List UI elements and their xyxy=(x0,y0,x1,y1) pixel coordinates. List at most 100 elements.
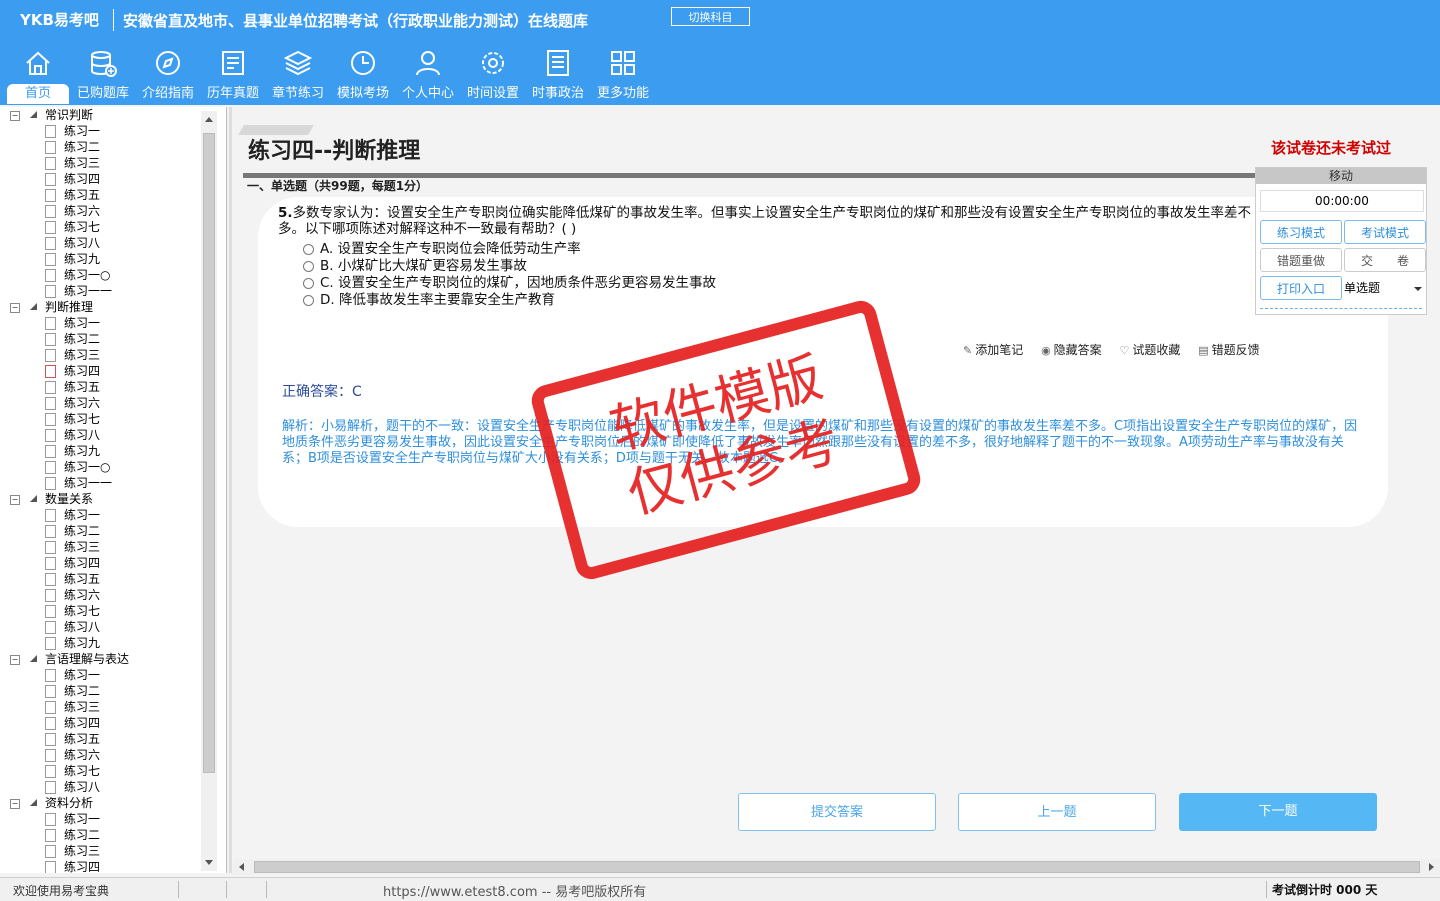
nav-profile[interactable]: 个人中心 xyxy=(397,48,459,104)
tree-item[interactable]: 练习一一 xyxy=(0,475,201,491)
tree-item[interactable]: 练习二 xyxy=(0,827,201,843)
scroll-left-arrow-icon[interactable] xyxy=(239,863,244,871)
tree-item[interactable]: 练习四 xyxy=(0,715,201,731)
tree-item[interactable]: 练习五 xyxy=(0,731,201,747)
tree-item[interactable]: 练习一○ xyxy=(0,459,201,475)
option-a[interactable]: A. 设置安全生产专职岗位会降低劳动生产率 xyxy=(303,241,716,258)
exam-mode-button[interactable]: 考试模式 xyxy=(1344,220,1426,244)
option-d[interactable]: D. 降低事故发生率主要靠安全生产教育 xyxy=(303,292,716,309)
tree-item[interactable]: 练习一一 xyxy=(0,283,201,299)
tree-item[interactable]: 练习九 xyxy=(0,443,201,459)
submit-paper-button[interactable]: 交 卷 xyxy=(1344,248,1426,272)
tree-item[interactable]: 练习七 xyxy=(0,603,201,619)
radio-d[interactable] xyxy=(303,294,314,306)
nav-purchased[interactable]: 已购题库 xyxy=(72,48,134,104)
favorite-button[interactable]: ♡ 试题收藏 xyxy=(1120,341,1181,358)
nav-home[interactable]: 首页 xyxy=(7,48,69,104)
prev-question-button[interactable]: 上一题 xyxy=(958,793,1156,831)
tree-item[interactable]: 练习九 xyxy=(0,251,201,267)
tree-item[interactable]: 练习一 xyxy=(0,315,201,331)
tree-item[interactable]: 练习四 xyxy=(0,859,201,873)
scroll-up-arrow-icon[interactable] xyxy=(205,117,213,122)
nav-past-papers[interactable]: 历年真题 xyxy=(202,48,264,104)
feedback-button[interactable]: ▤ 错题反馈 xyxy=(1198,341,1259,358)
tree-item[interactable]: 练习一 xyxy=(0,123,201,139)
collapse-toggle-icon[interactable]: − xyxy=(10,799,20,809)
tree-item[interactable]: 练习四 xyxy=(0,171,201,187)
tree-item-label: 练习一 xyxy=(64,812,101,826)
tree-item[interactable]: 练习六 xyxy=(0,395,201,411)
nav-guide[interactable]: 介绍指南 xyxy=(137,48,199,104)
tree-group[interactable]: − 言语理解与表达 xyxy=(0,651,201,667)
scroll-right-arrow-icon[interactable] xyxy=(1429,863,1434,871)
tree-item[interactable]: 练习四 xyxy=(0,363,201,379)
nav-mock-exam[interactable]: 模拟考场 xyxy=(332,48,394,104)
tree-item[interactable]: 练习八 xyxy=(0,235,201,251)
add-note-button[interactable]: ✎ 添加笔记 xyxy=(963,341,1023,358)
question-type-select[interactable]: 单选题 xyxy=(1344,276,1426,300)
tree-item[interactable]: 练习八 xyxy=(0,427,201,443)
radio-b[interactable] xyxy=(303,260,314,272)
tree-item[interactable]: 练习三 xyxy=(0,347,201,363)
tree-item[interactable]: 练习五 xyxy=(0,571,201,587)
tree-item[interactable]: 练习四 xyxy=(0,555,201,571)
tree-item[interactable]: 练习七 xyxy=(0,219,201,235)
tree-item[interactable]: 练习六 xyxy=(0,747,201,763)
tree-group-label: 常识判断 xyxy=(45,108,94,122)
collapse-toggle-icon[interactable]: − xyxy=(10,655,20,665)
tree-item[interactable]: 练习三 xyxy=(0,843,201,859)
tree-item[interactable]: 练习一 xyxy=(0,811,201,827)
radio-a[interactable] xyxy=(303,243,314,255)
tree-item[interactable]: 练习一 xyxy=(0,667,201,683)
tree-group[interactable]: − 常识判断 xyxy=(0,107,201,123)
tree-item[interactable]: 练习二 xyxy=(0,683,201,699)
tree-group[interactable]: − 判断推理 xyxy=(0,299,201,315)
page-icon xyxy=(45,429,56,442)
tree-item[interactable]: 练习六 xyxy=(0,203,201,219)
practice-mode-button[interactable]: 练习模式 xyxy=(1260,220,1342,244)
tree-item[interactable]: 练习三 xyxy=(0,539,201,555)
tree-item[interactable]: 练习五 xyxy=(0,187,201,203)
tree-item[interactable]: 练习八 xyxy=(0,779,201,795)
splitter[interactable] xyxy=(229,107,232,873)
collapse-toggle-icon[interactable]: − xyxy=(10,303,20,313)
radio-c[interactable] xyxy=(303,277,314,289)
hide-answer-label: 隐藏答案 xyxy=(1053,343,1102,357)
switch-subject-button[interactable]: 切换科目 xyxy=(671,7,750,26)
tree-item[interactable]: 练习三 xyxy=(0,699,201,715)
tree-group[interactable]: − 资料分析 xyxy=(0,795,201,811)
tree-item[interactable]: 练习三 xyxy=(0,155,201,171)
sidebar-scroll-thumb[interactable] xyxy=(203,133,215,773)
scroll-down-arrow-icon[interactable] xyxy=(205,860,213,865)
tree-item[interactable]: 练习九 xyxy=(0,635,201,651)
collapse-toggle-icon[interactable]: − xyxy=(10,111,20,121)
nav-chapter-practice[interactable]: 章节练习 xyxy=(267,48,329,104)
tree-item[interactable]: 练习二 xyxy=(0,331,201,347)
collapse-toggle-icon[interactable]: − xyxy=(10,495,20,505)
print-button[interactable]: 打印入口 xyxy=(1260,276,1342,300)
tree-item[interactable]: 练习二 xyxy=(0,139,201,155)
tree-item[interactable]: 练习一○ xyxy=(0,267,201,283)
sidebar-scrollbar[interactable] xyxy=(201,111,217,871)
tree-item[interactable]: 练习七 xyxy=(0,763,201,779)
hide-answer-button[interactable]: ◉ 隐藏答案 xyxy=(1041,341,1102,358)
tree-item[interactable]: 练习六 xyxy=(0,587,201,603)
tree-item-label: 练习五 xyxy=(64,188,101,202)
horizontal-scroll-thumb[interactable] xyxy=(254,861,1420,873)
next-question-button[interactable]: 下一题 xyxy=(1179,793,1377,831)
nav-time-settings[interactable]: 时间设置 xyxy=(462,48,524,104)
tree-item[interactable]: 练习五 xyxy=(0,379,201,395)
submit-answer-button[interactable]: 提交答案 xyxy=(738,793,936,831)
tree-item[interactable]: 练习八 xyxy=(0,619,201,635)
nav-more[interactable]: 更多功能 xyxy=(592,48,654,104)
tree-item[interactable]: 练习一 xyxy=(0,507,201,523)
option-b[interactable]: B. 小煤矿比大煤矿更容易发生事故 xyxy=(303,258,716,275)
nav-current-affairs[interactable]: 时事政治 xyxy=(527,48,589,104)
tree-item[interactable]: 练习二 xyxy=(0,523,201,539)
move-handle[interactable]: 移动 xyxy=(1256,168,1426,184)
option-c[interactable]: C. 设置安全生产专职岗位的煤矿，因地质条件恶劣更容易发生事故 xyxy=(303,275,716,292)
tree-item[interactable]: 练习七 xyxy=(0,411,201,427)
horizontal-scrollbar[interactable] xyxy=(233,859,1440,875)
tree-group[interactable]: − 数量关系 xyxy=(0,491,201,507)
redo-wrong-button[interactable]: 错题重做 xyxy=(1260,248,1342,272)
